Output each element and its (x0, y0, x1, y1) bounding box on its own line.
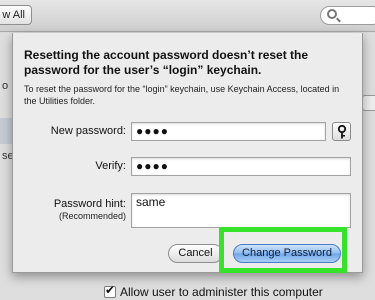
sheet-title: Resetting the account password doesn’t r… (24, 48, 309, 77)
search-field[interactable] (320, 6, 375, 25)
change-password-button[interactable]: Change Password (233, 244, 341, 263)
cancel-button[interactable]: Cancel (168, 244, 223, 263)
search-icon (327, 9, 337, 19)
window-toolbar: w All (0, 0, 375, 32)
admin-checkbox[interactable] (104, 283, 116, 298)
admin-checkbox-label: Allow user to administer this computer (120, 285, 323, 299)
background-button[interactable] (362, 95, 375, 111)
sheet-subtitle: To reset the password for the “login” ke… (24, 84, 340, 106)
password-hint-label: Password hint: (53, 198, 126, 210)
sidebar-text-fragment: o (2, 80, 9, 92)
password-hint-field[interactable]: same (131, 193, 351, 228)
verify-field[interactable]: ●●●● (131, 157, 351, 176)
new-password-label: New password: (50, 125, 126, 137)
new-password-field[interactable]: ●●●● (131, 122, 326, 141)
password-assistant-button[interactable] (332, 122, 351, 141)
admin-checkbox-row[interactable]: Allow user to administer this computer (104, 283, 323, 299)
show-all-button[interactable]: w All (0, 5, 32, 25)
verify-label: Verify: (95, 160, 126, 172)
sidebar-selected-row[interactable] (0, 118, 12, 144)
key-icon (337, 125, 347, 139)
password-hint-sublabel: (Recommended) (58, 211, 126, 221)
